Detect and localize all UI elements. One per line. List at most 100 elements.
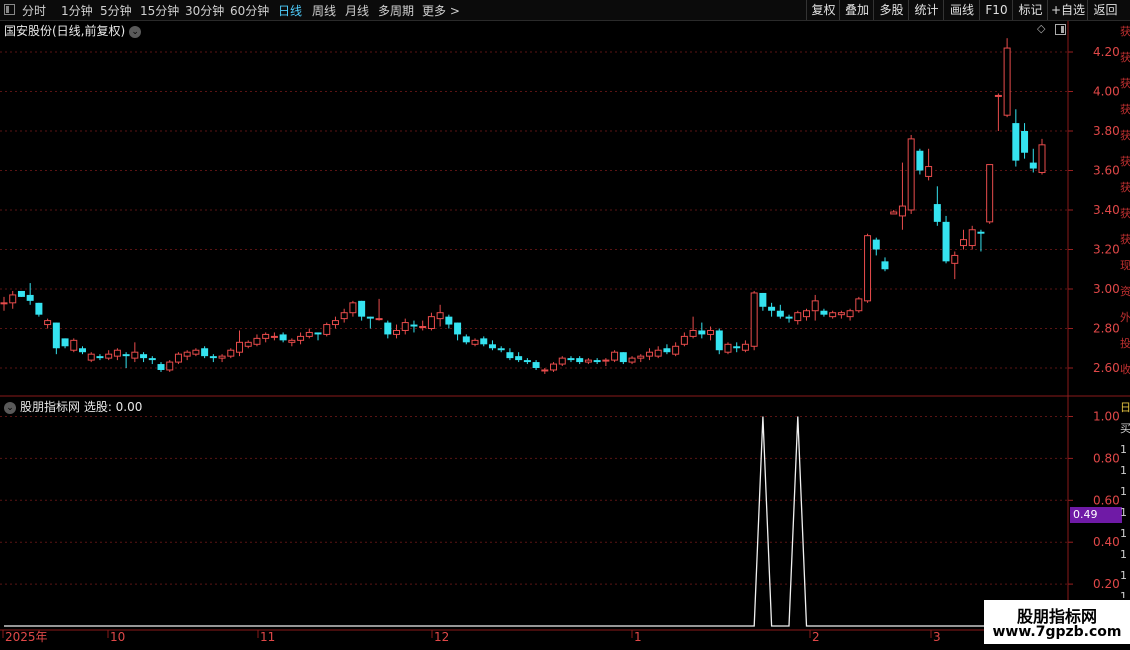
candle-body [427,316,435,329]
side-char: 1 [1120,485,1127,498]
x-axis-label: 10 [110,630,125,644]
kline-chart[interactable]: 4.20 4.00 3.80 3.60 3.40 3.20 3.00 2.80 2.60 1.00… [0,0,1130,650]
candle-body [358,300,366,317]
candle-body [550,363,558,371]
candle-body [811,300,819,312]
candle-body [541,369,549,372]
candle-body [174,353,182,363]
candle-body [776,310,784,317]
candle-body [994,94,1002,97]
candle-body [977,231,985,234]
x-axis-label: 2025年 [5,630,48,644]
diamond-icon[interactable]: ◇ [1037,23,1049,35]
candle-body [741,343,749,351]
side-char: 获 [1120,25,1130,38]
candle-body [628,357,636,363]
candle-body [802,310,810,318]
side-char: 1 [1120,464,1127,477]
candle-body [35,302,43,315]
side-char: 日 [1120,401,1130,414]
candle-body [305,331,313,337]
candle-body [375,318,383,321]
candle-body [340,312,348,320]
candle-body [890,211,898,215]
price-tick-label: 3.80 [1093,124,1120,138]
candle-body [645,351,653,357]
candle-body [480,338,488,345]
candle-body [584,359,592,363]
candle-body [419,326,427,329]
side-char: 1 [1120,590,1127,598]
candle-body [384,322,392,335]
candle-body [445,316,453,325]
price-tick-label: 4.20 [1093,45,1120,59]
candle-body [0,302,8,305]
candle-body [366,316,374,319]
candle-body [663,348,671,353]
watermark: 股朋指标网 www.7gpzb.com [984,600,1130,644]
side-info-column-lower: 日买 1 1 1 1 1 1 1 1 [1120,398,1130,598]
side-char: 外 [1120,311,1130,324]
candle-body [140,354,148,359]
candle-body [454,322,462,335]
candle-body [192,349,200,355]
chart-frame [0,21,1130,631]
candle-body [925,166,933,177]
candle-body [794,312,802,322]
candle-body [933,204,941,222]
candle-body [611,351,619,361]
candle-body [209,356,217,359]
x-axis-label: 12 [434,630,449,644]
candle-body [227,349,235,357]
candle-body [715,330,723,351]
candle-body [297,335,305,341]
x-axis-label: 11 [260,630,275,644]
candle-body [593,360,601,363]
x-axis-label: 3 [933,630,941,644]
chevron-down-icon[interactable]: ⌄ [129,25,142,38]
candle-body [401,322,409,331]
candle-body [131,351,139,359]
candle-body [44,320,52,326]
candle-body [820,310,828,315]
candle-body [707,329,715,335]
side-char: 获 [1120,51,1130,64]
side-info-column: 获获获获获获获获获现资外投收 [1120,22,1130,392]
candle-body [837,312,845,316]
candle-body [349,302,357,314]
candle-body [689,329,697,337]
candle-body [654,349,662,357]
price-tick-label: 4.00 [1093,85,1120,99]
candle-body [70,339,78,351]
candle-body [26,294,34,301]
side-char: 获 [1120,207,1130,220]
candle-body [331,320,339,326]
candle-body [166,361,174,371]
panel-toggle-icon[interactable] [1055,24,1066,35]
candle-body [724,343,732,353]
candle-body [244,341,252,347]
candle-body [61,338,69,347]
side-char: 1 [1120,548,1127,561]
price-tick-label: 3.20 [1093,243,1120,257]
side-char: 投 [1120,337,1130,350]
indicator-label: 股朋指标网 选股: 0.00 [20,400,143,414]
x-axis-label: 2 [812,630,820,644]
side-char: 资 [1120,285,1130,298]
candle-body [122,354,130,357]
candle-body [785,316,793,319]
candle-body [942,221,950,262]
side-char: 1 [1120,506,1127,519]
side-char: 获 [1120,181,1130,194]
indicator-value-badge: 0.49 [1070,507,1122,523]
candle-body [262,333,270,339]
chevron-down-icon[interactable]: ⌄ [4,401,16,414]
indicator-series [4,416,1042,627]
candle-body [959,239,967,247]
candle-body [846,310,854,318]
candle-body [253,337,261,345]
candle-body [532,362,540,368]
side-char: 1 [1120,569,1127,582]
candle-body [314,332,322,335]
candle-body [558,357,566,365]
